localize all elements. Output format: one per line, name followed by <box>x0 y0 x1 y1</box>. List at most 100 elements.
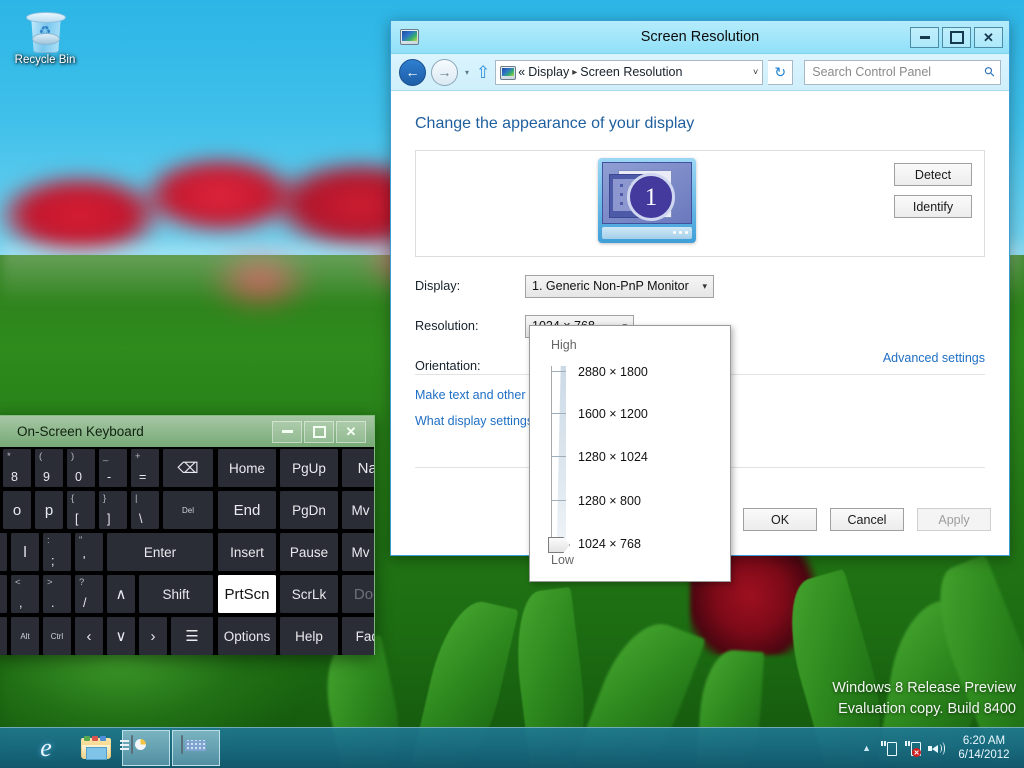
resolution-option[interactable]: 1280 × 800 <box>578 494 641 508</box>
resolution-option[interactable]: 1280 × 1024 <box>578 450 648 464</box>
osk-key-help[interactable]: Help <box>280 617 338 655</box>
history-dropdown-icon[interactable]: ▾ <box>463 68 471 77</box>
osk-key--[interactable]: ∧ <box>107 575 135 613</box>
osk-minimize-button[interactable] <box>272 420 302 443</box>
identify-button[interactable]: Identify <box>894 195 972 218</box>
breadcrumb[interactable]: « Display ▸ Screen Resolution ˅ <box>495 59 764 85</box>
resolution-option[interactable]: 1024 × 768 <box>578 537 641 551</box>
osk-titlebar[interactable]: On-Screen Keyboard ✕ <box>0 416 374 447</box>
osk-key--[interactable]: ☰ <box>171 617 213 655</box>
osk-key-k[interactable]: k <box>0 533 7 571</box>
osk-key-nav[interactable]: Nav <box>342 449 374 487</box>
osk-key--[interactable]: ‹ <box>75 617 103 655</box>
taskbar-button-internet-explorer[interactable]: e <box>22 730 70 766</box>
osk-key-alt[interactable]: Alt <box>11 617 39 655</box>
resolution-slider-popup[interactable]: High 2880 × 1800 1600 × 1200 1280 × 1024 12… <box>529 325 731 582</box>
osk-key-pgup[interactable]: PgUp <box>280 449 338 487</box>
forward-arrow-icon[interactable]: → <box>431 58 458 86</box>
osk-key-shift-label: { <box>71 493 75 504</box>
osk-key--[interactable]: ∨ <box>107 617 135 655</box>
osk-key-label: [ <box>75 512 79 526</box>
chevron-down-icon[interactable]: ˅ <box>753 67 758 77</box>
osk-key-o[interactable]: o <box>3 491 31 529</box>
osk-key-ctrl[interactable]: Ctrl <box>43 617 71 655</box>
osk-key-blank[interactable] <box>0 617 7 655</box>
osk-key-prtscn[interactable]: PrtScn <box>218 575 276 613</box>
osk-key-fade[interactable]: Fade <box>342 617 374 655</box>
orientation-label: Orientation: <box>415 359 481 373</box>
desktop-icon-recycle-bin[interactable]: ♻ Recycle Bin <box>8 6 82 67</box>
osk-key--[interactable]: >. <box>43 575 71 613</box>
taskbar-button-onscreen-keyboard[interactable] <box>172 730 220 766</box>
osk-key--[interactable]: }] <box>99 491 127 529</box>
display-dropdown[interactable]: 1. Generic Non-PnP Monitor ▾ <box>525 274 714 298</box>
osk-key--[interactable]: {[ <box>67 491 95 529</box>
taskbar-button-file-explorer[interactable] <box>72 730 120 766</box>
osk-key-mv-dn[interactable]: Mv Dn <box>342 533 374 571</box>
ok-button[interactable]: OK <box>743 508 817 531</box>
osk-key-home[interactable]: Home <box>218 449 276 487</box>
search-box[interactable]: ⚲ <box>804 59 1001 85</box>
osk-key-9[interactable]: (9 <box>35 449 63 487</box>
clock[interactable]: 6:20 AM 6/14/2012 <box>953 734 1015 762</box>
osk-key-shift[interactable]: Shift <box>139 575 213 613</box>
cancel-button[interactable]: Cancel <box>830 508 904 531</box>
advanced-settings-link[interactable]: Advanced settings <box>883 351 985 365</box>
osk-key-0[interactable]: ) 0 <box>67 449 95 487</box>
minimize-button[interactable] <box>910 26 939 48</box>
keyboard-monitor-icon <box>181 734 211 761</box>
osk-key-insert[interactable]: Insert <box>218 533 276 571</box>
breadcrumb-item-screen-resolution[interactable]: Screen Resolution <box>580 65 682 79</box>
back-arrow-icon[interactable]: ← <box>399 58 426 86</box>
osk-key--[interactable]: " ' <box>75 533 103 571</box>
resolution-option[interactable]: 1600 × 1200 <box>578 407 648 421</box>
osk-key-l[interactable]: l <box>11 533 39 571</box>
onscreen-keyboard-window: On-Screen Keyboard ✕ &7*8(9)0_-+=⌫HomePg… <box>0 415 375 655</box>
osk-key-enter[interactable]: Enter <box>107 533 213 571</box>
action-center-warning-icon[interactable]: ✕ <box>904 740 921 757</box>
osk-key-m[interactable]: m <box>0 575 7 613</box>
resolution-option[interactable]: 2880 × 1800 <box>578 365 648 379</box>
osk-key-options[interactable]: Options <box>218 617 276 655</box>
network-icon[interactable] <box>880 740 897 756</box>
minimize-icon <box>919 35 930 39</box>
osk-key-shift-label: ? <box>79 577 85 588</box>
breadcrumb-item-display[interactable]: Display <box>528 65 569 79</box>
slider-thumb[interactable] <box>548 537 570 553</box>
osk-key-shift-label: ( <box>39 451 43 462</box>
osk-key-del[interactable]: Del <box>163 491 213 529</box>
osk-key-8[interactable]: * 8 <box>3 449 31 487</box>
monitor-preview-1[interactable]: 1 <box>598 158 696 243</box>
osk-key-p[interactable]: p <box>35 491 63 529</box>
refresh-icon[interactable]: ↻ <box>768 59 794 85</box>
osk-key-label: 9 <box>43 470 50 484</box>
taskbar-button-control-panel[interactable] <box>120 730 170 766</box>
osk-key--[interactable]: + = <box>131 449 159 487</box>
display-label: Display: <box>415 279 461 293</box>
osk-key--[interactable]: <, <box>11 575 39 613</box>
osk-key-end[interactable]: End <box>218 491 276 529</box>
osk-key-mv-up[interactable]: Mv Up <box>342 491 374 529</box>
display-dropdown-value: 1. Generic Non-PnP Monitor <box>532 279 689 293</box>
detect-button[interactable]: Detect <box>894 163 972 186</box>
osk-maximize-button[interactable] <box>304 420 334 443</box>
osk-key--[interactable]: › <box>139 617 167 655</box>
osk-key--[interactable]: | \ <box>131 491 159 529</box>
slider-track[interactable] <box>556 366 566 541</box>
up-arrow-icon[interactable]: ⇧ <box>476 64 490 81</box>
close-button[interactable]: ✕ <box>974 26 1003 48</box>
osk-key-label: , <box>19 596 23 610</box>
volume-icon[interactable] <box>928 741 945 756</box>
osk-key--[interactable]: ⌫ <box>163 449 213 487</box>
search-input[interactable] <box>810 64 986 80</box>
chevron-up-icon[interactable]: ▲ <box>862 743 871 753</box>
osk-key--[interactable]: :; <box>43 533 71 571</box>
osk-key-scrlk[interactable]: ScrLk <box>280 575 338 613</box>
osk-key-pause[interactable]: Pause <box>280 533 338 571</box>
osk-key--[interactable]: _ - <box>99 449 127 487</box>
osk-close-button[interactable]: ✕ <box>336 420 366 443</box>
window-titlebar[interactable]: Screen Resolution ✕ <box>391 21 1009 54</box>
maximize-button[interactable] <box>942 26 971 48</box>
osk-key--[interactable]: ? / <box>75 575 103 613</box>
osk-key-pgdn[interactable]: PgDn <box>280 491 338 529</box>
